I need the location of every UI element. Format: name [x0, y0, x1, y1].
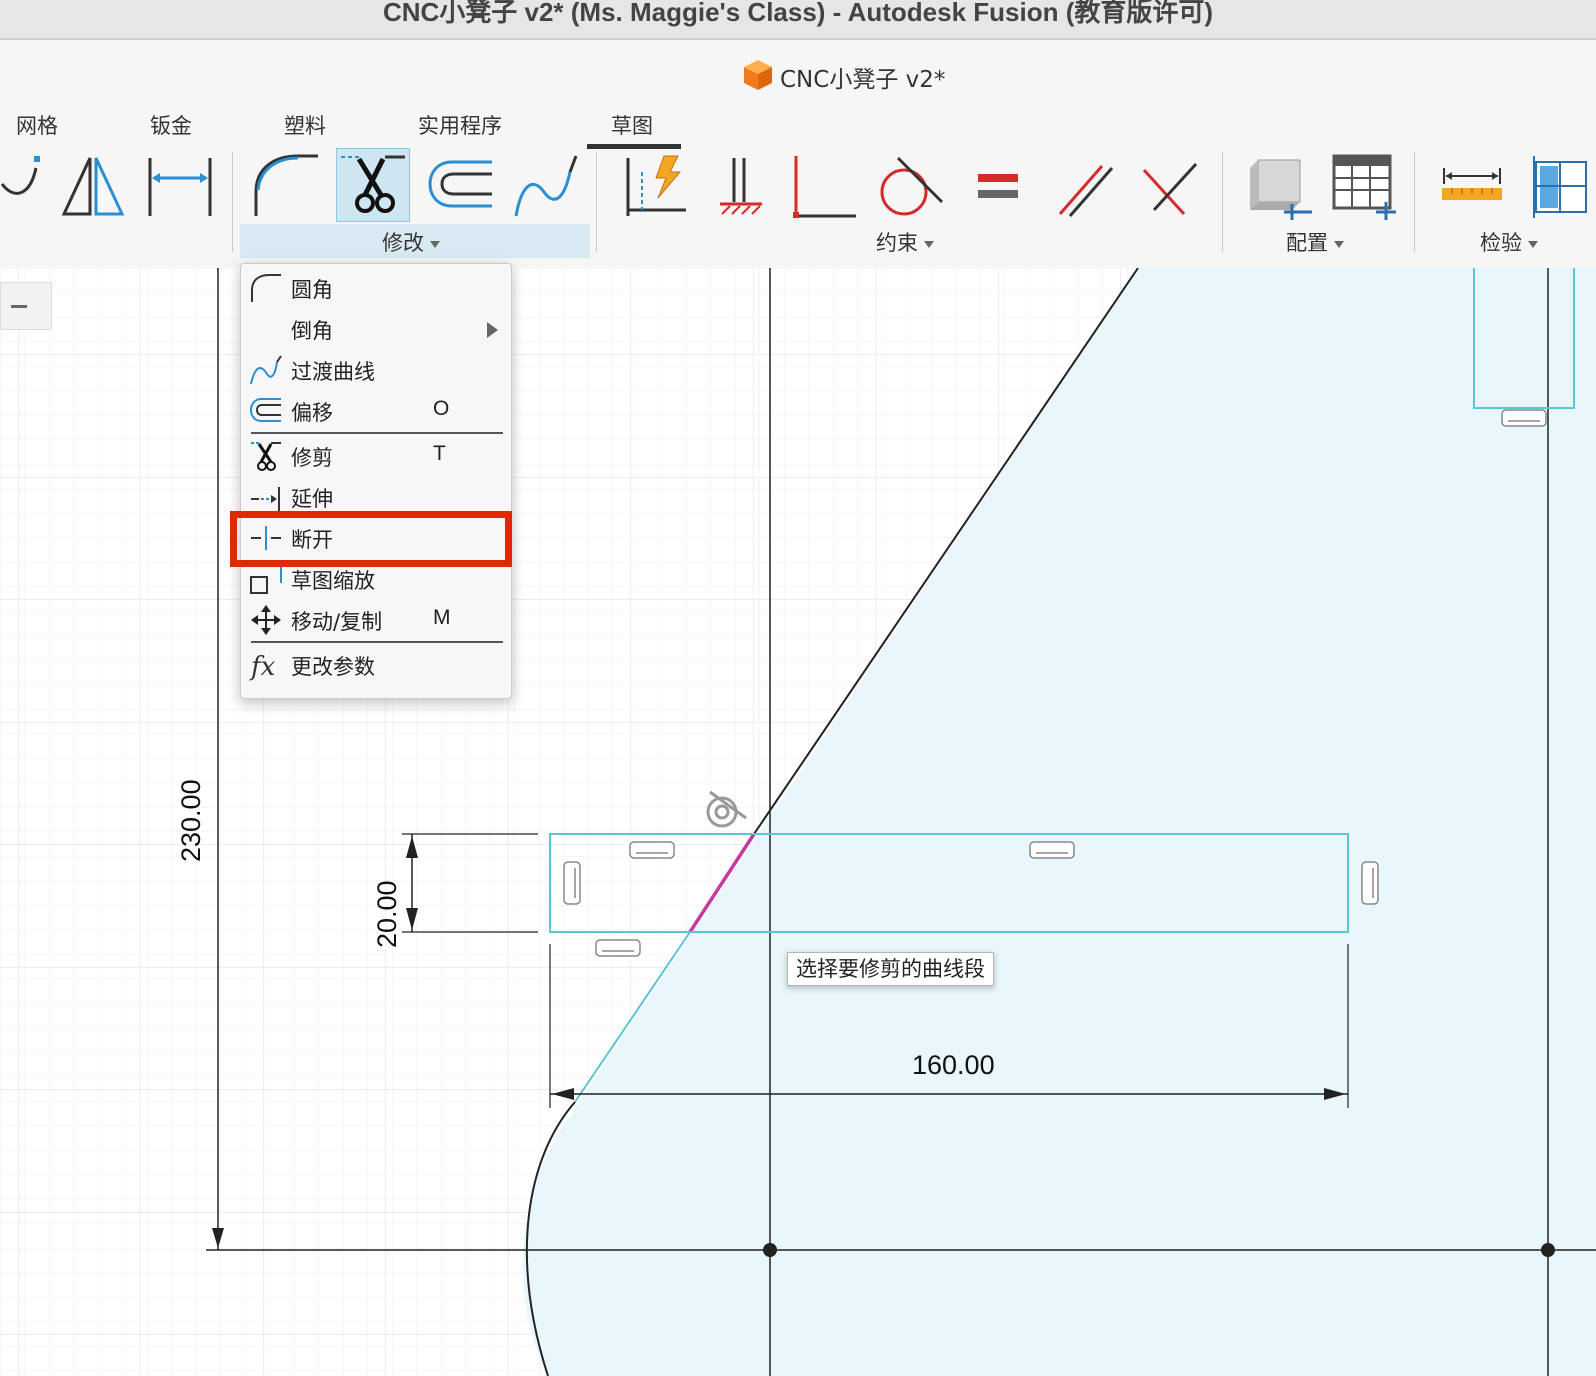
horizontal-constraint-icon[interactable] [1501, 409, 1547, 427]
constraints-group-label: 约束 [876, 231, 918, 255]
blend-curve-icon [250, 355, 282, 385]
horizontal-constraint-icon[interactable] [1029, 841, 1075, 859]
dimension-text-160[interactable]: 160.00 [912, 1050, 995, 1081]
menu-separator [251, 432, 503, 434]
trim-button[interactable] [336, 148, 410, 222]
fillet-icon[interactable] [252, 152, 322, 222]
window-titlebar: CNC小凳子 v2* (Ms. Maggie's Class) - Autode… [0, 0, 1596, 40]
configure-group-dropdown[interactable]: 配置 [1286, 227, 1344, 257]
extend-icon [251, 487, 280, 511]
inspect-group-label: 检验 [1480, 231, 1522, 255]
menu-item-label: 更改参数 [291, 655, 375, 679]
sketch-scale-icon [250, 564, 282, 594]
menu-item-fillet[interactable]: 圆角 [241, 268, 511, 308]
tab-mesh[interactable]: 网格 [16, 110, 58, 144]
move-copy-icon [251, 605, 281, 635]
tangent-circle-icon[interactable] [876, 152, 946, 222]
menu-item-shortcut: M [433, 606, 451, 629]
dimension-text-230[interactable]: 230.00 [176, 779, 207, 862]
blend-curve-icon[interactable] [512, 152, 582, 222]
horizontal-constraint-icon[interactable] [629, 841, 675, 859]
active-tab-indicator [587, 144, 681, 149]
tab-sketch[interactable]: 草图 [611, 110, 653, 144]
menu-item-move-copy[interactable]: 移动/复制 M [241, 600, 511, 640]
menu-item-label: 修剪 [291, 446, 333, 470]
chevron-down-icon [1528, 240, 1538, 248]
toolbar-ribbon: 网格 钣金 塑料 实用程序 草图 修改 约束 配置 检验 [0, 106, 1596, 269]
menu-item-shortcut: T [433, 442, 446, 465]
menu-item-label: 偏移 [291, 401, 333, 425]
document-tab[interactable]: CNC小凳子 v2* [0, 40, 1596, 106]
mirror-icon[interactable] [60, 152, 130, 222]
menu-item-trim[interactable]: 修剪 T [241, 436, 511, 476]
menu-item-offset[interactable]: 偏移 O [241, 391, 511, 431]
modify-group-label: 修改 [382, 231, 424, 255]
ribbon-separator [1222, 152, 1223, 252]
trim-tooltip: 选择要修剪的曲线段 [787, 952, 994, 986]
sketch-point[interactable] [763, 1243, 777, 1257]
configure-group-label: 配置 [1286, 231, 1328, 255]
configure-cube-icon[interactable] [1244, 152, 1314, 222]
menu-item-shortcut: O [433, 397, 450, 420]
menu-item-chamfer[interactable]: 倒角 [241, 309, 511, 349]
dimension-text-20[interactable]: 20.00 [372, 880, 403, 948]
menu-item-label: 圆角 [291, 278, 333, 302]
browser-collapse-button[interactable] [0, 282, 52, 330]
configure-table-icon[interactable] [1330, 152, 1400, 222]
dimension-line-icon[interactable] [146, 152, 216, 222]
vertical-constraint-icon[interactable] [1361, 861, 1379, 905]
menu-item-label: 草图缩放 [291, 569, 375, 593]
menu-item-blend-curve[interactable]: 过渡曲线 [241, 350, 511, 390]
trim-icon [251, 442, 281, 471]
modify-group-dropdown[interactable]: 修改 [382, 227, 440, 257]
menu-item-label: 倒角 [291, 319, 333, 343]
fx-icon: fx [249, 652, 276, 681]
fix-icon[interactable] [716, 152, 766, 222]
menu-item-label: 移动/复制 [291, 610, 383, 634]
chevron-down-icon [430, 240, 440, 248]
chevron-down-icon [924, 240, 934, 248]
equal-icon[interactable] [976, 172, 1020, 202]
inspect-panel-icon[interactable] [1530, 152, 1590, 222]
perpendicular-cross-icon[interactable] [1140, 156, 1200, 220]
svg-text:fx: fx [249, 652, 276, 681]
menu-item-change-parameters[interactable]: fx 更改参数 [241, 645, 511, 685]
fillet-icon [251, 274, 281, 302]
offset-icon[interactable] [426, 158, 496, 214]
sketch-constraint-auto-icon[interactable] [620, 152, 690, 222]
trim-scissors-icon [341, 155, 405, 213]
document-name: CNC小凳子 v2* [780, 67, 946, 93]
menu-item-label: 延伸 [291, 487, 333, 511]
modify-dropdown-menu: 圆角 倒角 过渡曲线 偏移 O 修剪 T 延伸 断开 草图缩放 移动/复制 M … [240, 263, 512, 699]
offset-icon [249, 398, 281, 422]
measure-icon[interactable] [1440, 166, 1504, 206]
inspect-group-dropdown[interactable]: 检验 [1480, 227, 1538, 257]
tab-plastic[interactable]: 塑料 [284, 110, 326, 144]
minus-icon [11, 305, 27, 308]
menu-item-label: 过渡曲线 [291, 360, 375, 384]
highlight-annotation-box [230, 511, 512, 567]
constraints-group-dropdown[interactable]: 约束 [876, 227, 934, 257]
ribbon-separator [232, 152, 233, 252]
sketch-point[interactable] [1541, 1243, 1555, 1257]
tab-utilities[interactable]: 实用程序 [418, 110, 502, 144]
spline-icon[interactable] [0, 152, 44, 222]
chevron-down-icon [1334, 240, 1344, 248]
ribbon-separator [596, 152, 597, 252]
vertical-constraint-icon[interactable] [563, 861, 581, 905]
perpendicular-icon[interactable] [790, 152, 860, 222]
window-title: CNC小凳子 v2* (Ms. Maggie's Class) - Autode… [382, 0, 1214, 27]
ribbon-separator [1414, 152, 1415, 252]
parallel-icon[interactable] [1056, 156, 1116, 220]
tab-sheet-metal[interactable]: 钣金 [150, 110, 192, 144]
orange-cube-icon [744, 60, 772, 90]
menu-separator [251, 641, 503, 643]
submenu-arrow-icon [487, 322, 498, 338]
horizontal-constraint-icon[interactable] [595, 939, 641, 957]
